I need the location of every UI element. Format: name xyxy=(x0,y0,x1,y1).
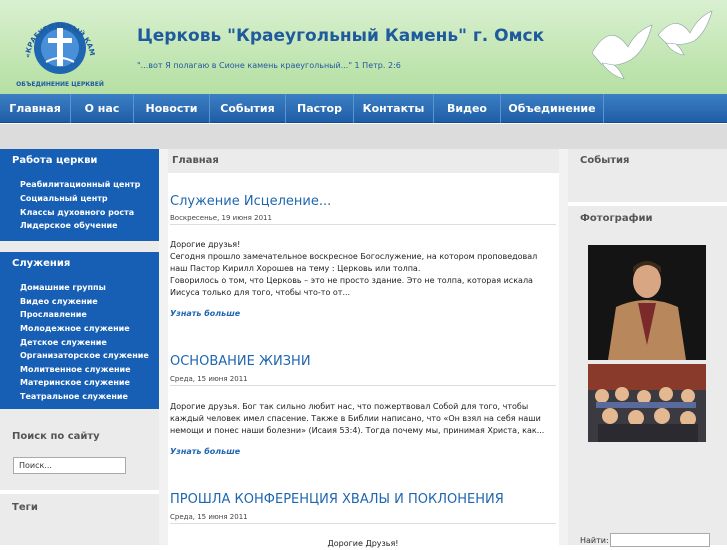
search-title: Поиск по сайту xyxy=(12,431,100,442)
search-input[interactable] xyxy=(13,457,126,474)
doves-image xyxy=(591,10,713,80)
nav-item-events[interactable]: События xyxy=(210,94,286,123)
sidebar-item-video-ministry[interactable]: Видео служение xyxy=(20,297,98,306)
nav-item-home[interactable]: Главная xyxy=(0,94,71,123)
nav-item-news[interactable]: Новости xyxy=(134,94,210,123)
column-gutter xyxy=(559,149,568,545)
sidebar-item-home-groups[interactable]: Домашние группы xyxy=(20,283,106,292)
post-title[interactable]: ОСНОВАНИЕ ЖИЗНИ xyxy=(170,354,311,369)
post-body: Дорогие друзья! Сегодня прошло замечател… xyxy=(170,240,538,297)
church-work-title: Работа церкви xyxy=(12,155,98,166)
sidebar-item-organizing[interactable]: Организаторское служение xyxy=(20,351,149,360)
svg-text:ОБЪЕДИНЕНИЕ ЦЕРКВЕЙ: ОБЪЕДИНЕНИЕ ЦЕРКВЕЙ xyxy=(16,80,104,88)
nav-item-contacts[interactable]: Контакты xyxy=(354,94,434,123)
sidebar-item-leader-training[interactable]: Лидерское обучение xyxy=(20,221,118,230)
divider xyxy=(568,202,727,206)
main-nav: Главная О нас Новости События Пастор Кон… xyxy=(0,94,727,123)
post-title[interactable]: Служение Исцеление... xyxy=(170,194,331,209)
breadcrumb[interactable]: Главная xyxy=(172,155,219,166)
read-more-link[interactable]: Узнать больше xyxy=(170,309,240,318)
divider xyxy=(170,385,556,386)
nav-item-pastor[interactable]: Пастор xyxy=(286,94,354,123)
sidebar-item-prayer[interactable]: Молитвенное служение xyxy=(20,365,131,374)
sub-nav-band xyxy=(0,124,727,149)
nav-item-video[interactable]: Видео xyxy=(434,94,501,123)
find-label: Найти: xyxy=(580,536,609,545)
sidebar-item-youth[interactable]: Молодежное служение xyxy=(20,324,130,333)
column-gutter xyxy=(159,149,168,545)
site-title[interactable]: Церковь "Краеугольный Камень" г. Омск xyxy=(137,26,544,46)
post-title[interactable]: ПРОШЛА КОНФЕРЕНЦИЯ ХВАЛЫ И ПОКЛОНЕНИЯ xyxy=(170,492,504,507)
church-logo[interactable]: «КРАЕУГОЛЬНЫЙ КАМЕНЬ» ОБЪЕДИНЕНИЕ ЦЕРКВЕ… xyxy=(16,6,104,90)
read-more-link[interactable]: Узнать больше xyxy=(170,447,240,456)
photos-title: Фотографии xyxy=(580,213,653,224)
breadcrumb-bar: Главная xyxy=(168,149,559,173)
site-quote: "...вот Я полагаю в Сионе камень краеуго… xyxy=(137,61,401,70)
sidebar-item-theatre[interactable]: Театральное служение xyxy=(20,392,128,401)
sidebar-item-children[interactable]: Детское служение xyxy=(20,338,107,347)
post-date: Воскресенье, 19 июня 2011 xyxy=(170,214,272,222)
pastor-photo[interactable] xyxy=(588,245,706,360)
divider xyxy=(170,224,556,225)
divider xyxy=(0,490,159,494)
post-date: Среда, 15 июня 2011 xyxy=(170,513,248,521)
sidebar-item-social-center[interactable]: Социальный центр xyxy=(20,194,108,203)
nav-item-union[interactable]: Объединение xyxy=(501,94,604,123)
sidebar-item-mothers[interactable]: Материнское служение xyxy=(20,378,130,387)
divider xyxy=(170,523,556,524)
congregation-photo[interactable] xyxy=(588,364,706,442)
sidebar-item-worship[interactable]: Прославление xyxy=(20,310,87,319)
sidebar-item-growth-classes[interactable]: Классы духовного роста xyxy=(20,208,134,217)
nav-item-about[interactable]: О нас xyxy=(71,94,134,123)
sidebar-item-rehab-center[interactable]: Реабилитационный центр xyxy=(20,180,140,189)
events-title: События xyxy=(580,155,630,166)
ministries-title: Служения xyxy=(12,258,71,269)
tags-title: Теги xyxy=(12,502,38,513)
main-content: Главная Служение Исцеление... Воскресень… xyxy=(168,149,559,548)
site-header: «КРАЕУГОЛЬНЫЙ КАМЕНЬ» ОБЪЕДИНЕНИЕ ЦЕРКВЕ… xyxy=(0,0,727,94)
post-body: Дорогие Друзья! xyxy=(327,539,399,548)
post-date: Среда, 15 июня 2011 xyxy=(170,375,248,383)
post-body: Дорогие друзья. Бог так сильно любит нас… xyxy=(170,402,545,435)
